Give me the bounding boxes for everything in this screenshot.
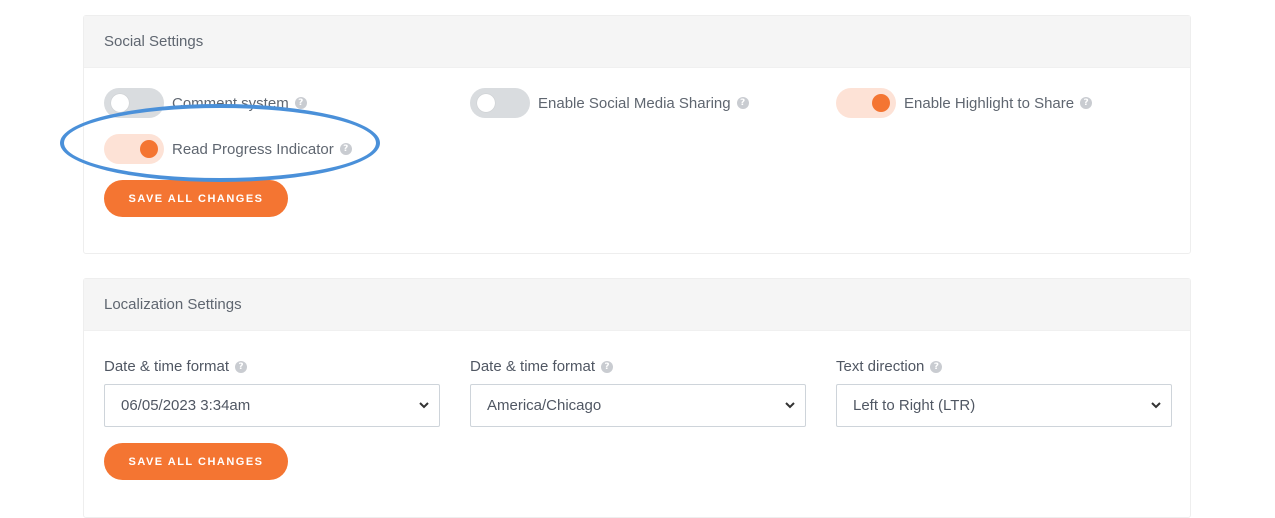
read-progress-setting: Read Progress Indicator ?	[104, 134, 352, 164]
date-format-value: 06/05/2023 3:34am	[121, 397, 251, 414]
text-direction-select[interactable]: Left to Right (LTR)	[836, 384, 1172, 427]
timezone-field-label: Date & time format ?	[470, 358, 614, 375]
date-format-field-label: Date & time format ?	[104, 358, 248, 375]
toggle-knob	[477, 94, 495, 112]
comment-system-toggle[interactable]	[104, 88, 164, 118]
help-icon[interactable]: ?	[235, 360, 248, 373]
chevron-down-icon	[419, 402, 429, 409]
help-icon[interactable]: ?	[930, 360, 943, 373]
comment-system-label: Comment system	[172, 94, 289, 112]
timezone-select[interactable]: America/Chicago	[470, 384, 806, 427]
social-sharing-toggle[interactable]	[470, 88, 530, 118]
save-social-button[interactable]: SAVE ALL CHANGES	[104, 180, 288, 217]
date-format-select[interactable]: 06/05/2023 3:34am	[104, 384, 440, 427]
help-icon[interactable]: ?	[1080, 97, 1093, 109]
help-icon[interactable]: ?	[339, 143, 352, 155]
text-direction-value: Left to Right (LTR)	[853, 397, 976, 414]
help-icon[interactable]: ?	[601, 360, 614, 373]
date-format-label: Date & time format	[104, 358, 230, 375]
social-settings-title: Social Settings	[84, 16, 1190, 68]
read-progress-label: Read Progress Indicator	[172, 140, 334, 158]
text-direction-field-label: Text direction ?	[836, 358, 943, 375]
help-icon[interactable]: ?	[736, 97, 749, 109]
chevron-down-icon	[785, 402, 795, 409]
help-icon[interactable]: ?	[294, 97, 307, 109]
localization-settings-title: Localization Settings	[84, 279, 1190, 331]
social-sharing-label: Enable Social Media Sharing	[538, 94, 731, 112]
highlight-share-label: Enable Highlight to Share	[904, 94, 1075, 112]
chevron-down-icon	[1151, 402, 1161, 409]
toggle-knob	[111, 94, 129, 112]
toggle-knob	[872, 94, 890, 112]
highlight-share-setting: Enable Highlight to Share ?	[836, 88, 1093, 118]
timezone-value: America/Chicago	[487, 397, 602, 414]
read-progress-toggle[interactable]	[104, 134, 164, 164]
highlight-share-toggle[interactable]	[836, 88, 896, 118]
save-localization-button[interactable]: SAVE ALL CHANGES	[104, 443, 288, 480]
text-direction-label: Text direction	[836, 358, 925, 375]
timezone-label: Date & time format	[470, 358, 596, 375]
comment-system-setting: Comment system ?	[104, 88, 307, 118]
toggle-knob	[140, 140, 158, 158]
social-sharing-setting: Enable Social Media Sharing ?	[470, 88, 749, 118]
